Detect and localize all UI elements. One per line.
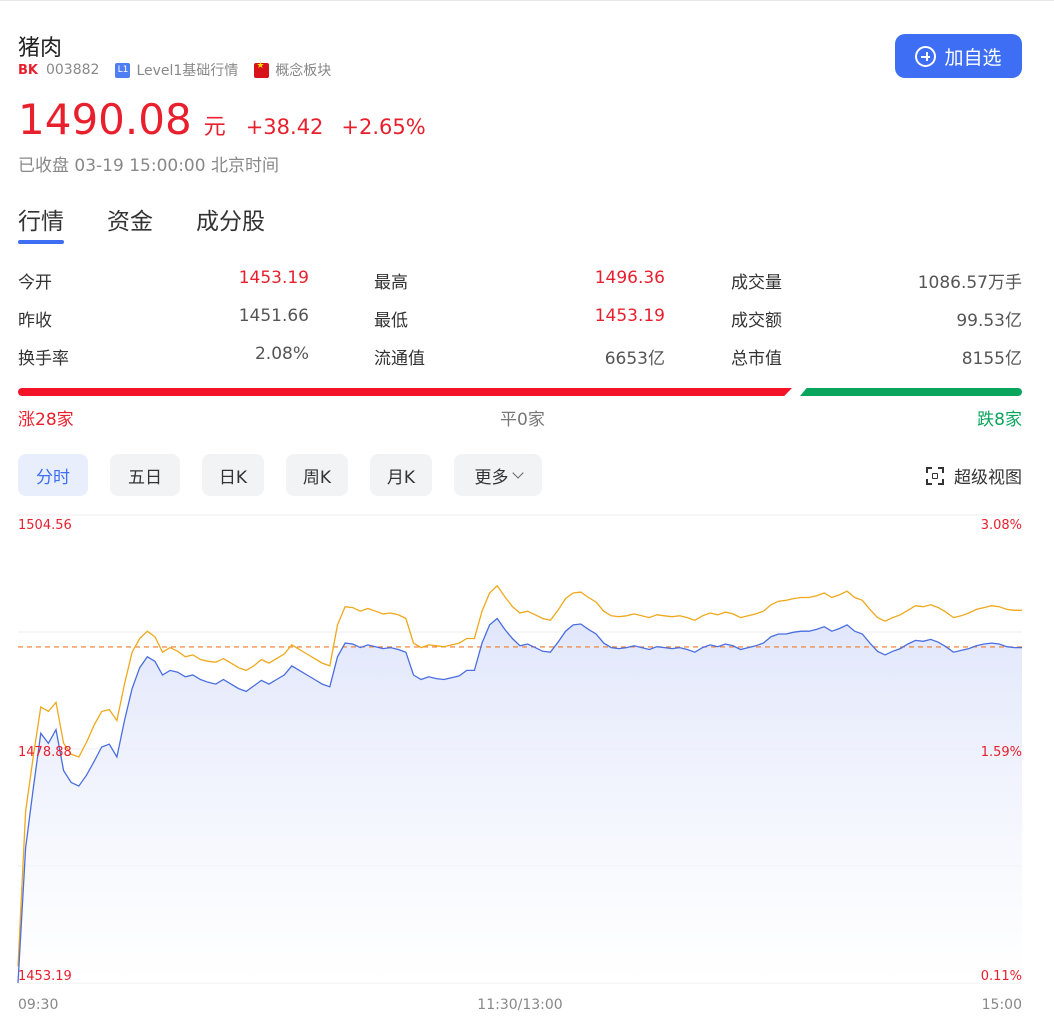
stat-value: 6653亿 [604,349,665,369]
stat-value: 1086.57万手 [917,273,1022,293]
intraday-chart[interactable]: 1504.56 1478.88 1453.19 3.08% 1.59% 0.11% 09:3… [0,505,1054,1023]
stats-grid: 今开 1453.19 最高 1496.36 成交量 1086.57万手 昨收 1… [18,268,1022,382]
chevron-down-icon [511,466,524,479]
stats-row: 今开 1453.19 最高 1496.36 成交量 1086.57万手 [18,268,1022,306]
stats-row: 昨收 1451.66 最低 1453.19 成交额 99.53亿 [18,306,1022,344]
stat-value: 2.08% [254,344,309,364]
stat-label: 最低 [374,311,408,331]
breadth-down-label: 跌8家 [977,410,1022,430]
stat-value: 8155亿 [961,349,1022,369]
period-month-k-button[interactable]: 月K [370,454,432,496]
stat-label: 成交额 [731,311,782,331]
period-week-k-button[interactable]: 周K [286,454,348,496]
tab-capital[interactable]: 资金 [107,202,153,236]
current-price: 1490.08 [18,95,192,144]
index-meta: BK 003882 L1 Level1基础行情 概念板块 [18,60,331,80]
stat-label: 昨收 [18,311,52,331]
stat-value: 1453.19 [594,306,665,326]
y-tick-label-left: 1453.19 [18,969,72,984]
period-more-dropdown[interactable]: 更多 [454,454,542,496]
period-intraday-button[interactable]: 分时 [18,454,88,496]
period-selector: 分时 五日 日K 周K 月K 更多 [18,454,564,496]
stat-label: 流通值 [374,349,425,369]
bk-tag: BK [18,62,38,78]
x-tick-label: 15:00 [982,997,1022,1013]
price-unit: 元 [203,115,226,140]
period-5day-button[interactable]: 五日 [110,454,180,496]
market-status: 已收盘 03-19 15:00:00 北京时间 [18,156,279,176]
add-watchlist-button[interactable]: 加自选 [895,34,1022,78]
breadth-bar [18,388,1022,397]
price-row: 1490.08 元 +38.42 +2.65% [18,95,426,144]
tab-constituents[interactable]: 成分股 [196,202,265,236]
period-more-label: 更多 [474,467,509,488]
breadth-up-bar [18,388,792,396]
main-tabs: 行情 资金 成分股 [18,202,308,244]
stat-label: 今开 [18,273,52,293]
stat-value: 1453.19 [238,268,309,288]
tab-quote[interactable]: 行情 [18,202,64,244]
price-change: +38.42 [245,115,324,139]
level1-icon: L1 [115,62,131,78]
stat-value: 99.53亿 [956,311,1022,331]
super-view-label: 超级视图 [954,468,1022,488]
stat-label: 总市值 [731,349,782,369]
price-change-pct: +2.65% [341,115,426,139]
stat-value: 1496.36 [594,268,665,288]
fullscreen-icon [926,466,944,485]
y-tick-label-left: 1504.56 [18,518,72,533]
super-view-button[interactable]: 超级视图 [926,463,1022,488]
stat-label: 换手率 [18,349,69,369]
add-watchlist-label: 加自选 [944,46,1002,69]
stat-label: 成交量 [731,273,782,293]
price-area [18,618,1022,983]
sector-label[interactable]: 概念板块 [275,60,331,80]
plus-circle-icon [915,45,937,67]
stats-row: 换手率 2.08% 流通值 6653亿 总市值 8155亿 [18,344,1022,382]
period-day-k-button[interactable]: 日K [202,454,264,496]
breadth-up-label: 涨28家 [18,410,74,430]
level1-label[interactable]: Level1基础行情 [136,60,238,80]
y-tick-label-right: 3.08% [981,518,1022,533]
index-name: 猪肉 [18,36,63,61]
y-tick-label-left: 1478.88 [18,745,72,760]
top-divider [0,0,1054,1]
stat-value: 1451.66 [238,306,309,326]
x-tick-label: 11:30/13:00 [477,997,562,1013]
y-tick-label-right: 1.59% [981,745,1022,760]
index-code: 003882 [45,62,100,78]
breadth-flat-label: 平0家 [500,410,545,430]
x-tick-label: 09:30 [18,997,58,1013]
y-tick-label-right: 0.11% [981,969,1022,984]
breadth-down-bar [800,388,1022,396]
china-flag-icon [254,61,270,78]
stat-label: 最高 [374,273,408,293]
